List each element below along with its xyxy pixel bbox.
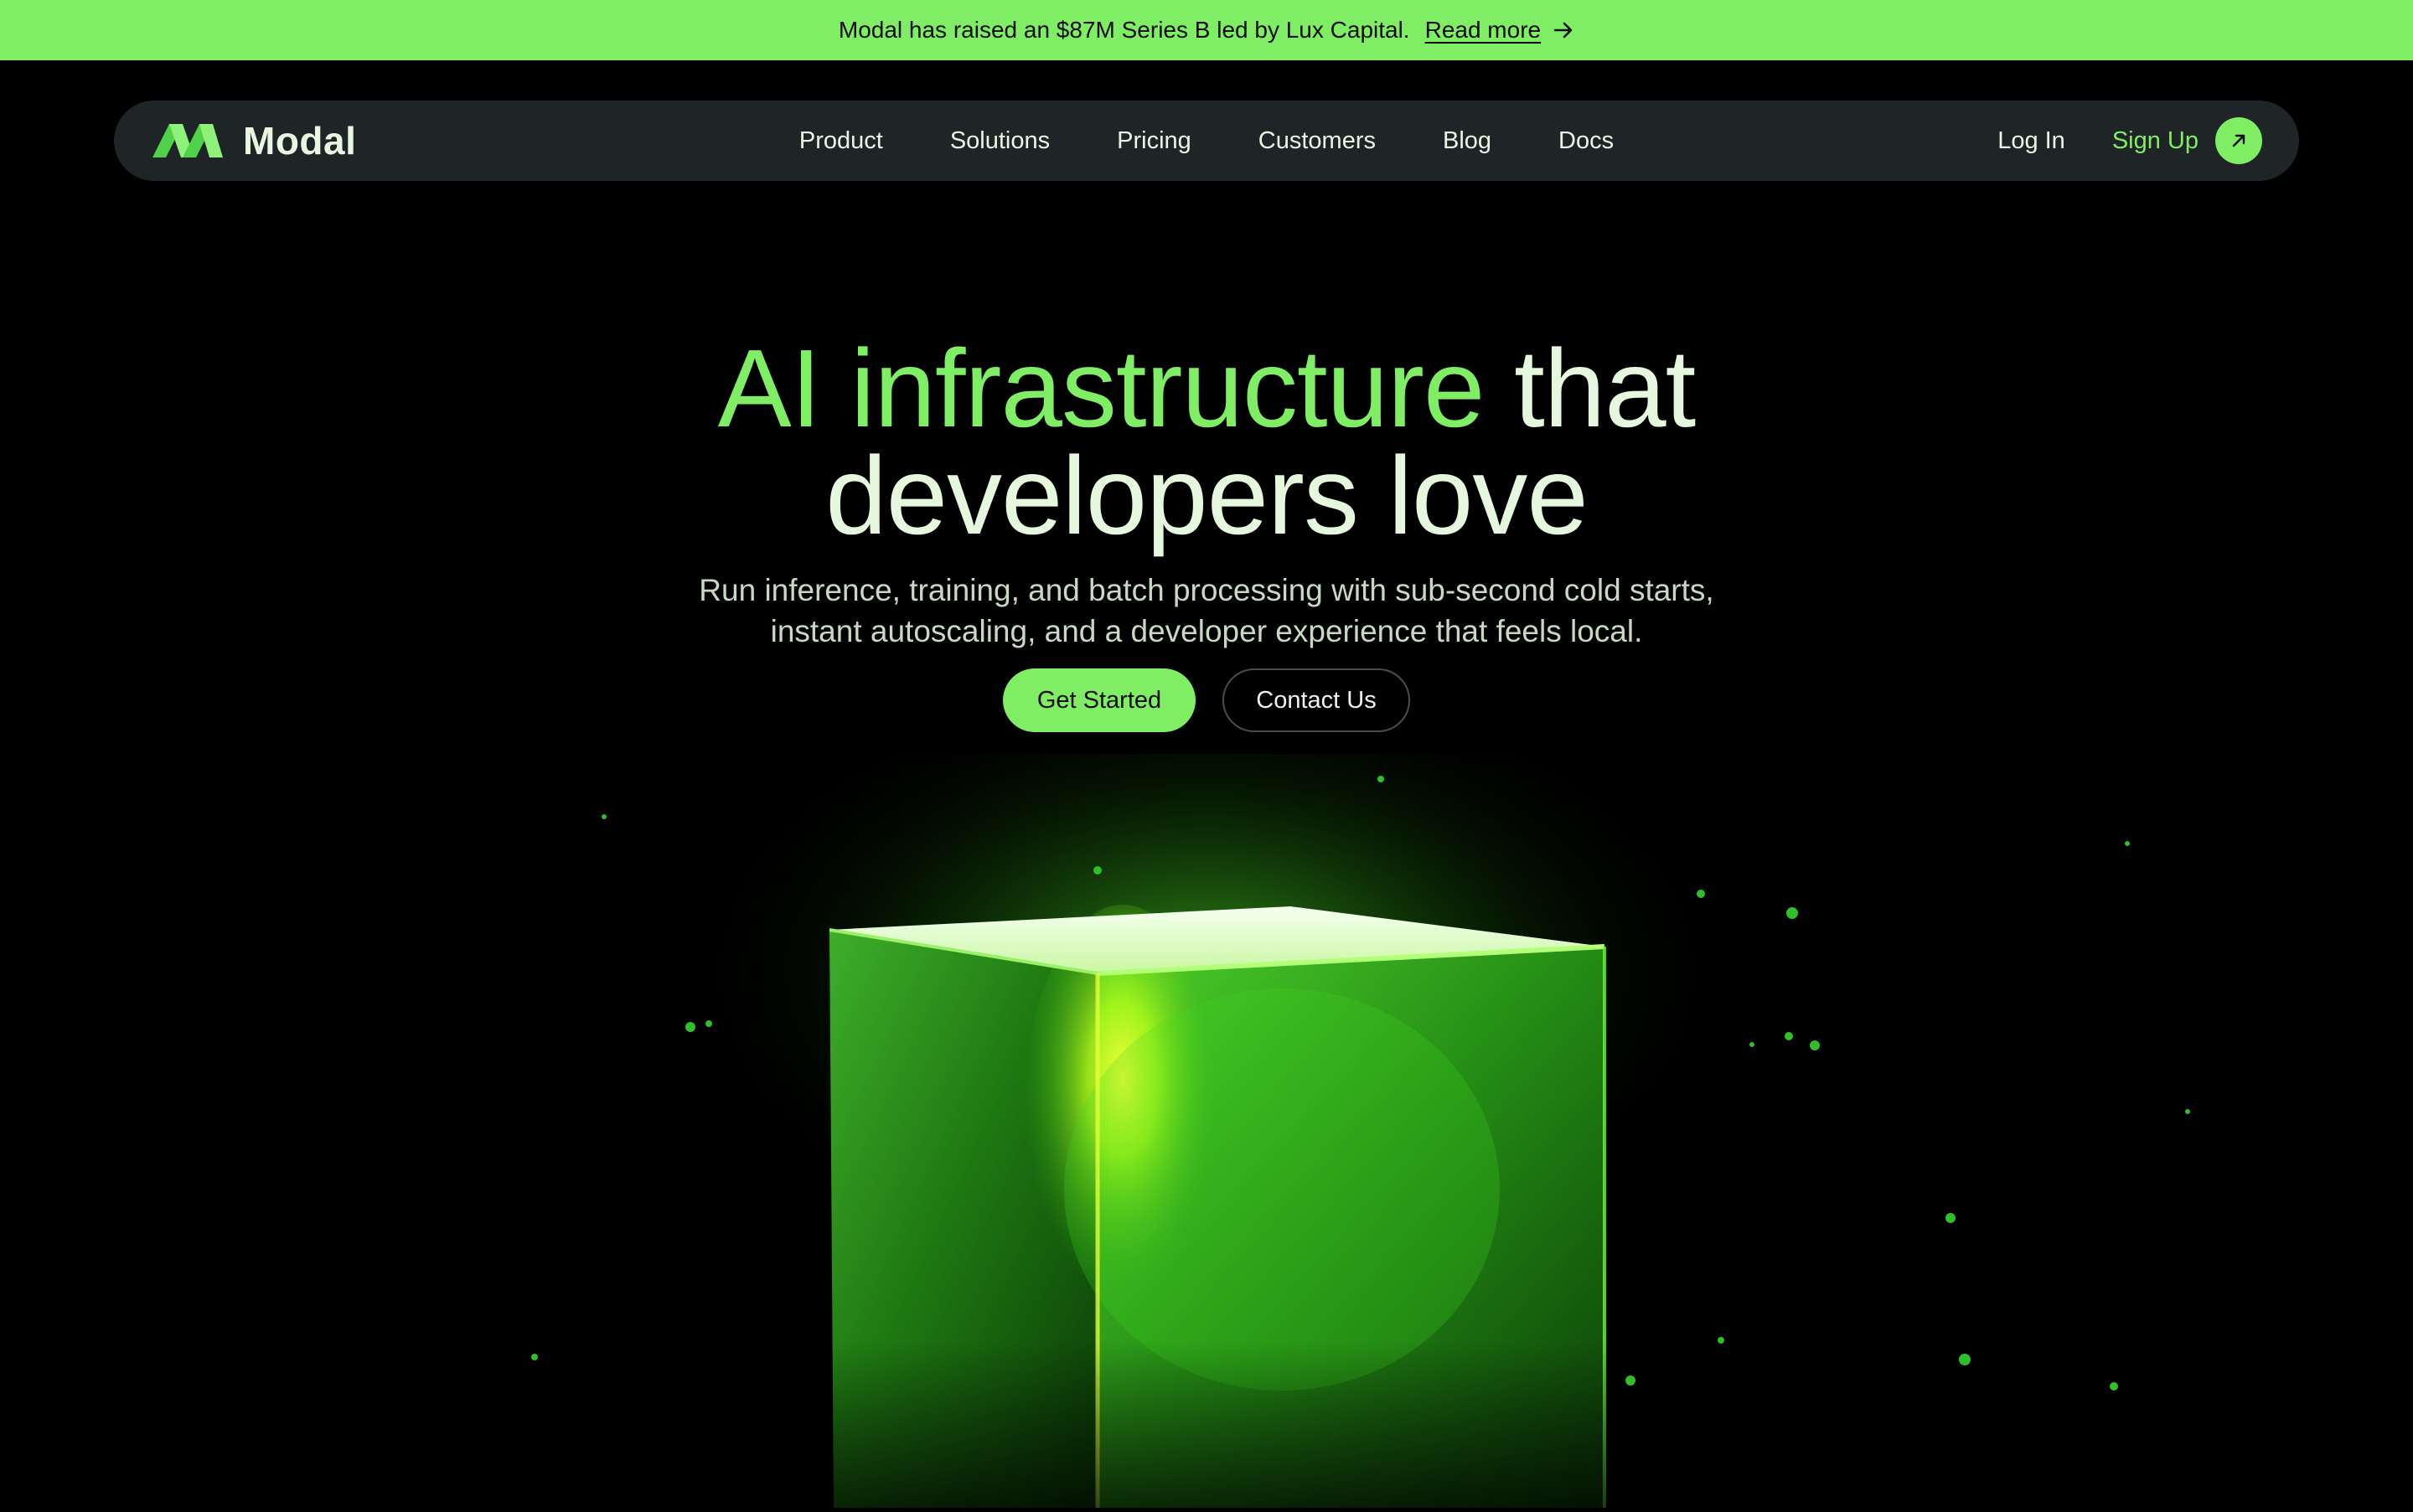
particle: [1785, 1032, 1793, 1040]
arrow-right-icon: [1553, 22, 1573, 39]
main-nav: Modal Product Solutions Pricing Customer…: [114, 101, 2299, 181]
modal-logo-icon: [152, 124, 223, 157]
hero-headline: AI infrastructure that developers love: [0, 333, 2413, 551]
announcement-bar: Modal has raised an $87M Series B led by…: [0, 0, 2413, 60]
read-more-label: Read more: [1424, 17, 1542, 43]
brand-name: Modal: [243, 119, 357, 163]
nav-item-pricing[interactable]: Pricing: [1117, 127, 1191, 155]
nav-item-solutions[interactable]: Solutions: [950, 127, 1050, 155]
particle: [685, 1022, 695, 1032]
hero-section: AI infrastructure that developers love R…: [0, 333, 2413, 732]
particle: [1093, 866, 1102, 875]
particle: [1625, 1375, 1635, 1386]
particle: [1718, 1337, 1724, 1344]
particle: [2125, 841, 2130, 846]
particle: [1959, 1354, 1971, 1365]
hero-visual: [0, 670, 2413, 1508]
particle: [1786, 907, 1798, 919]
nav-item-product[interactable]: Product: [799, 127, 883, 155]
headline-line2: developers love: [825, 434, 1589, 557]
headline-accent: AI infrastructure: [717, 327, 1486, 450]
signup-button[interactable]: Sign Up: [2112, 117, 2262, 164]
arrow-up-right-icon: [2232, 134, 2245, 147]
particle: [531, 1354, 538, 1360]
announcement-text: Modal has raised an $87M Series B led by…: [838, 17, 1410, 43]
nav-item-docs[interactable]: Docs: [1558, 127, 1614, 155]
read-more-link[interactable]: Read more: [1425, 17, 1575, 44]
particle: [2185, 1109, 2190, 1114]
particle: [1945, 1213, 1956, 1223]
nav-item-blog[interactable]: Blog: [1443, 127, 1491, 155]
cta-row: Get Started Contact Us: [0, 668, 2413, 732]
nav-item-customers[interactable]: Customers: [1258, 127, 1376, 155]
signup-label: Sign Up: [2111, 126, 2199, 154]
brand-logo[interactable]: Modal: [151, 118, 356, 163]
nav-links: Product Solutions Pricing Customers Blog…: [114, 101, 2299, 181]
particle: [602, 814, 607, 819]
particle: [1749, 1042, 1754, 1047]
contact-us-button[interactable]: Contact Us: [1222, 668, 1410, 732]
particle: [705, 1020, 712, 1027]
nav-actions: Log In Sign Up: [1997, 117, 2262, 164]
glowing-cube-icon: [687, 670, 1726, 1508]
headline-rest: that: [1514, 327, 1696, 450]
signup-circle: [2215, 117, 2262, 164]
hero-subhead: Run inference, training, and batch proce…: [699, 573, 1714, 648]
particle: [2110, 1382, 2118, 1391]
login-link[interactable]: Log In: [1997, 127, 2065, 155]
particle: [1697, 890, 1705, 898]
get-started-button[interactable]: Get Started: [1003, 668, 1196, 732]
particle: [1377, 776, 1384, 782]
particle: [1810, 1040, 1820, 1050]
